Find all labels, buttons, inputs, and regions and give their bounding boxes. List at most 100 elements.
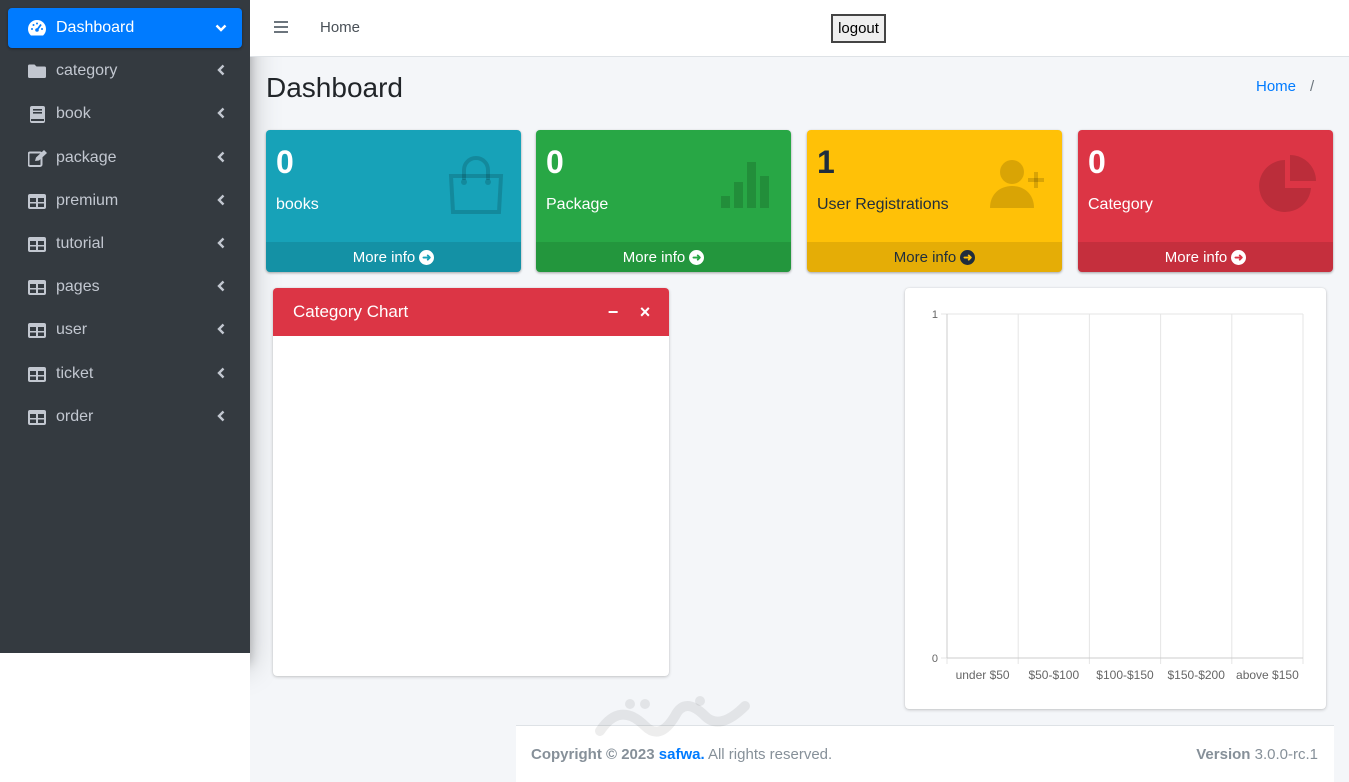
stat-box-package: 0 Package More info ➜	[536, 130, 791, 272]
chevron-left-icon	[214, 366, 228, 382]
price-bar-chart: 1 0 under $50 $50-$100 $100-$150 $150-$200 abo…	[932, 309, 1304, 682]
sidebar-spacer	[0, 653, 250, 782]
stat-number: 0	[276, 144, 294, 180]
logout-button[interactable]: logout	[831, 14, 886, 43]
stat-box-category: 0 Category More info ➜	[1078, 130, 1333, 272]
main-footer: Copyright © 2023 safwa. All rights reser…	[516, 725, 1334, 782]
table-icon	[26, 278, 48, 296]
more-info-label: More info	[352, 248, 416, 266]
card-title: Category Chart	[293, 302, 409, 321]
more-info-link[interactable]: More info ➜	[807, 242, 1062, 272]
breadcrumb-separator: /	[1310, 78, 1315, 95]
chevron-left-icon	[214, 193, 228, 209]
sidebar-item-label: tutorial	[56, 235, 105, 252]
chevron-left-icon	[214, 106, 228, 122]
x-tick-label: above $150	[1236, 668, 1299, 682]
sidebar: Dashboard category book package premium	[0, 0, 250, 653]
version: Version 3.0.0-rc.1	[1196, 746, 1318, 763]
version-label: Version	[1196, 746, 1251, 763]
more-info-link[interactable]: More info ➜	[536, 242, 791, 272]
table-icon	[26, 365, 48, 383]
sidebar-item-user[interactable]: user	[8, 310, 242, 350]
chevron-left-icon	[214, 322, 228, 338]
x-tick-label: $150-$200	[1168, 668, 1226, 682]
page-title: Dashboard	[266, 72, 403, 103]
brand-link[interactable]: safwa.	[659, 746, 705, 763]
sidebar-item-label: category	[56, 62, 118, 79]
arrow-circle-right-icon: ➜	[960, 249, 976, 265]
chevron-down-icon	[214, 20, 228, 36]
sidebar-item-premium[interactable]: premium	[8, 181, 242, 221]
sidebar-item-label: Dashboard	[56, 19, 135, 36]
arrow-circle-right-icon: ➜	[689, 249, 705, 265]
sidebar-item-category[interactable]: category	[8, 51, 242, 91]
chevron-left-icon	[214, 150, 228, 166]
category-chart-card: Category Chart − ×	[273, 288, 669, 676]
copyright: Copyright © 2023 safwa. All rights reser…	[531, 746, 832, 763]
sidebar-item-label: premium	[56, 192, 119, 209]
stat-number: 0	[1088, 144, 1106, 180]
sidebar-item-book[interactable]: book	[8, 94, 242, 134]
rights-text: All rights reserved.	[707, 746, 833, 763]
tachometer-icon	[26, 19, 48, 37]
sidebar-item-label: order	[56, 408, 94, 425]
table-icon	[26, 192, 48, 210]
sidebar-item-label: book	[56, 105, 91, 122]
close-icon[interactable]: ×	[635, 302, 655, 322]
chevron-left-icon	[214, 236, 228, 252]
folder-icon	[26, 62, 48, 80]
arrow-circle-right-icon: ➜	[419, 249, 435, 265]
more-info-label: More info	[622, 248, 686, 266]
top-navbar: Home logout	[250, 0, 1349, 57]
x-tick-label: $100-$150	[1096, 668, 1154, 682]
version-number: 3.0.0-rc.1	[1254, 746, 1318, 763]
stat-number: 0	[546, 144, 564, 180]
pie-chart-icon	[1259, 155, 1316, 212]
book-icon	[26, 105, 48, 123]
sidebar-item-label: pages	[56, 278, 100, 295]
y-tick-label: 0	[932, 653, 938, 665]
copyright-text: Copyright © 2023	[531, 746, 655, 763]
breadcrumb: Home /	[1256, 78, 1314, 95]
shopping-bag-icon	[448, 156, 504, 214]
sidebar-item-ticket[interactable]: ticket	[8, 354, 242, 394]
minimize-icon[interactable]: −	[603, 302, 623, 322]
table-icon	[26, 408, 48, 426]
card-header: Category Chart − ×	[273, 288, 669, 336]
x-tick-label: under $50	[956, 668, 1010, 682]
chevron-left-icon	[214, 409, 228, 425]
stat-label: books	[276, 196, 319, 213]
more-info-label: More info	[893, 248, 957, 266]
stat-label: Package	[546, 196, 609, 213]
chevron-left-icon	[214, 63, 228, 79]
sidebar-item-pages[interactable]: pages	[8, 267, 242, 307]
sidebar-item-tutorial[interactable]: tutorial	[8, 224, 242, 264]
sidebar-item-order[interactable]: order	[8, 397, 242, 437]
more-info-label: More info	[1164, 248, 1228, 266]
table-icon	[26, 235, 48, 253]
arrow-circle-right-icon: ➜	[1231, 249, 1247, 265]
sidebar-item-label: user	[56, 321, 88, 338]
sidebar-item-dashboard[interactable]: Dashboard	[8, 8, 242, 48]
stat-number: 1	[817, 144, 835, 180]
edit-icon	[26, 149, 48, 167]
nav-home-link[interactable]: Home	[320, 19, 360, 36]
y-tick-label: 1	[932, 309, 938, 321]
stat-box-books: 0 books More info ➜	[266, 130, 521, 272]
menu-toggle-icon[interactable]	[274, 21, 288, 35]
user-plus-icon	[990, 160, 1044, 208]
table-icon	[26, 321, 48, 339]
more-info-link[interactable]: More info ➜	[1078, 242, 1333, 272]
breadcrumb-home-link[interactable]: Home	[1256, 78, 1296, 95]
sidebar-item-label: package	[56, 149, 117, 166]
stat-box-user-registrations: 1 User Registrations More info ➜	[807, 130, 1062, 272]
sidebar-item-package[interactable]: package	[8, 138, 242, 178]
stat-label: User Registrations	[817, 196, 949, 213]
stat-label: Category	[1088, 196, 1153, 213]
price-chart-card: 1 0 under $50 $50-$100 $100-$150 $150-$200 abo…	[905, 288, 1326, 709]
chevron-left-icon	[214, 279, 228, 295]
sidebar-item-label: ticket	[56, 365, 94, 382]
x-tick-label: $50-$100	[1028, 668, 1079, 682]
bar-chart-icon	[721, 162, 769, 208]
more-info-link[interactable]: More info ➜	[266, 242, 521, 272]
